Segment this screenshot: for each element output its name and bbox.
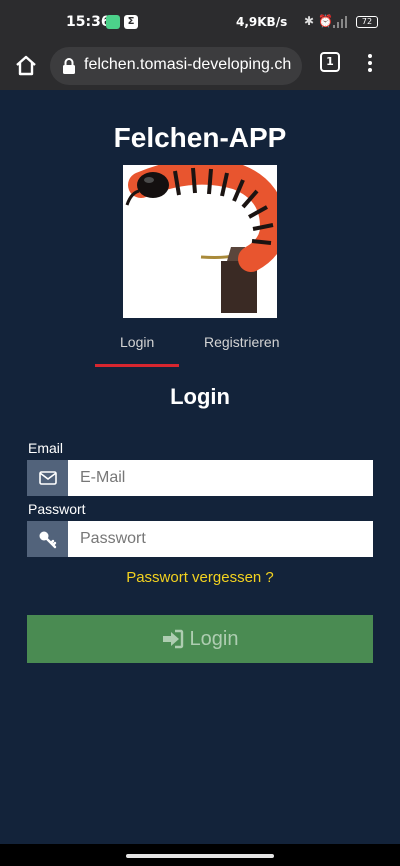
notification-app-icon [106, 15, 120, 29]
forgot-password-link[interactable]: Passwort vergessen ? [0, 569, 400, 586]
app-logo-fly-image [123, 165, 277, 318]
home-indicator[interactable] [126, 854, 274, 858]
signal-icon [333, 16, 347, 28]
password-label: Passwort [28, 501, 86, 517]
sign-in-icon [162, 629, 183, 649]
alarm-off-icon: ⏰ [318, 14, 333, 28]
overflow-menu-icon[interactable] [364, 51, 376, 79]
tab-switcher-button[interactable]: 1 [320, 52, 340, 72]
app-title: Felchen-APP [113, 122, 287, 153]
home-icon[interactable] [12, 52, 40, 80]
envelope-icon [27, 460, 68, 496]
password-input-group [27, 521, 373, 557]
navigation-gesture-bar [0, 844, 400, 866]
network-speed: 4,9KB/s [236, 15, 288, 29]
email-label: Email [28, 440, 64, 456]
battery-icon: 72 [356, 16, 378, 28]
bluetooth-icon: ✱ [304, 14, 315, 28]
email-input[interactable] [68, 460, 373, 496]
email-input-group [27, 460, 373, 496]
sigma-app-icon: Σ [124, 15, 138, 29]
status-bar: 15:36 Σ 4,9KB/s ✱ ⏰ 72 [0, 0, 400, 44]
login-button-label: Login [189, 627, 239, 650]
browser-toolbar: felchen.tomasi-developing.ch 1 [0, 44, 400, 90]
tab-login[interactable]: Login [120, 334, 154, 350]
key-icon [27, 521, 68, 557]
login-button[interactable]: Login [27, 615, 373, 663]
password-input[interactable] [68, 521, 373, 557]
active-tab-indicator [95, 364, 179, 367]
status-time: 15:36 [66, 14, 111, 30]
login-heading: Login [170, 384, 230, 409]
lock-icon [63, 58, 75, 74]
url-text: felchen.tomasi-developing.ch [84, 56, 292, 73]
tab-registrieren[interactable]: Registrieren [204, 334, 279, 350]
address-bar[interactable]: felchen.tomasi-developing.ch [50, 47, 302, 85]
